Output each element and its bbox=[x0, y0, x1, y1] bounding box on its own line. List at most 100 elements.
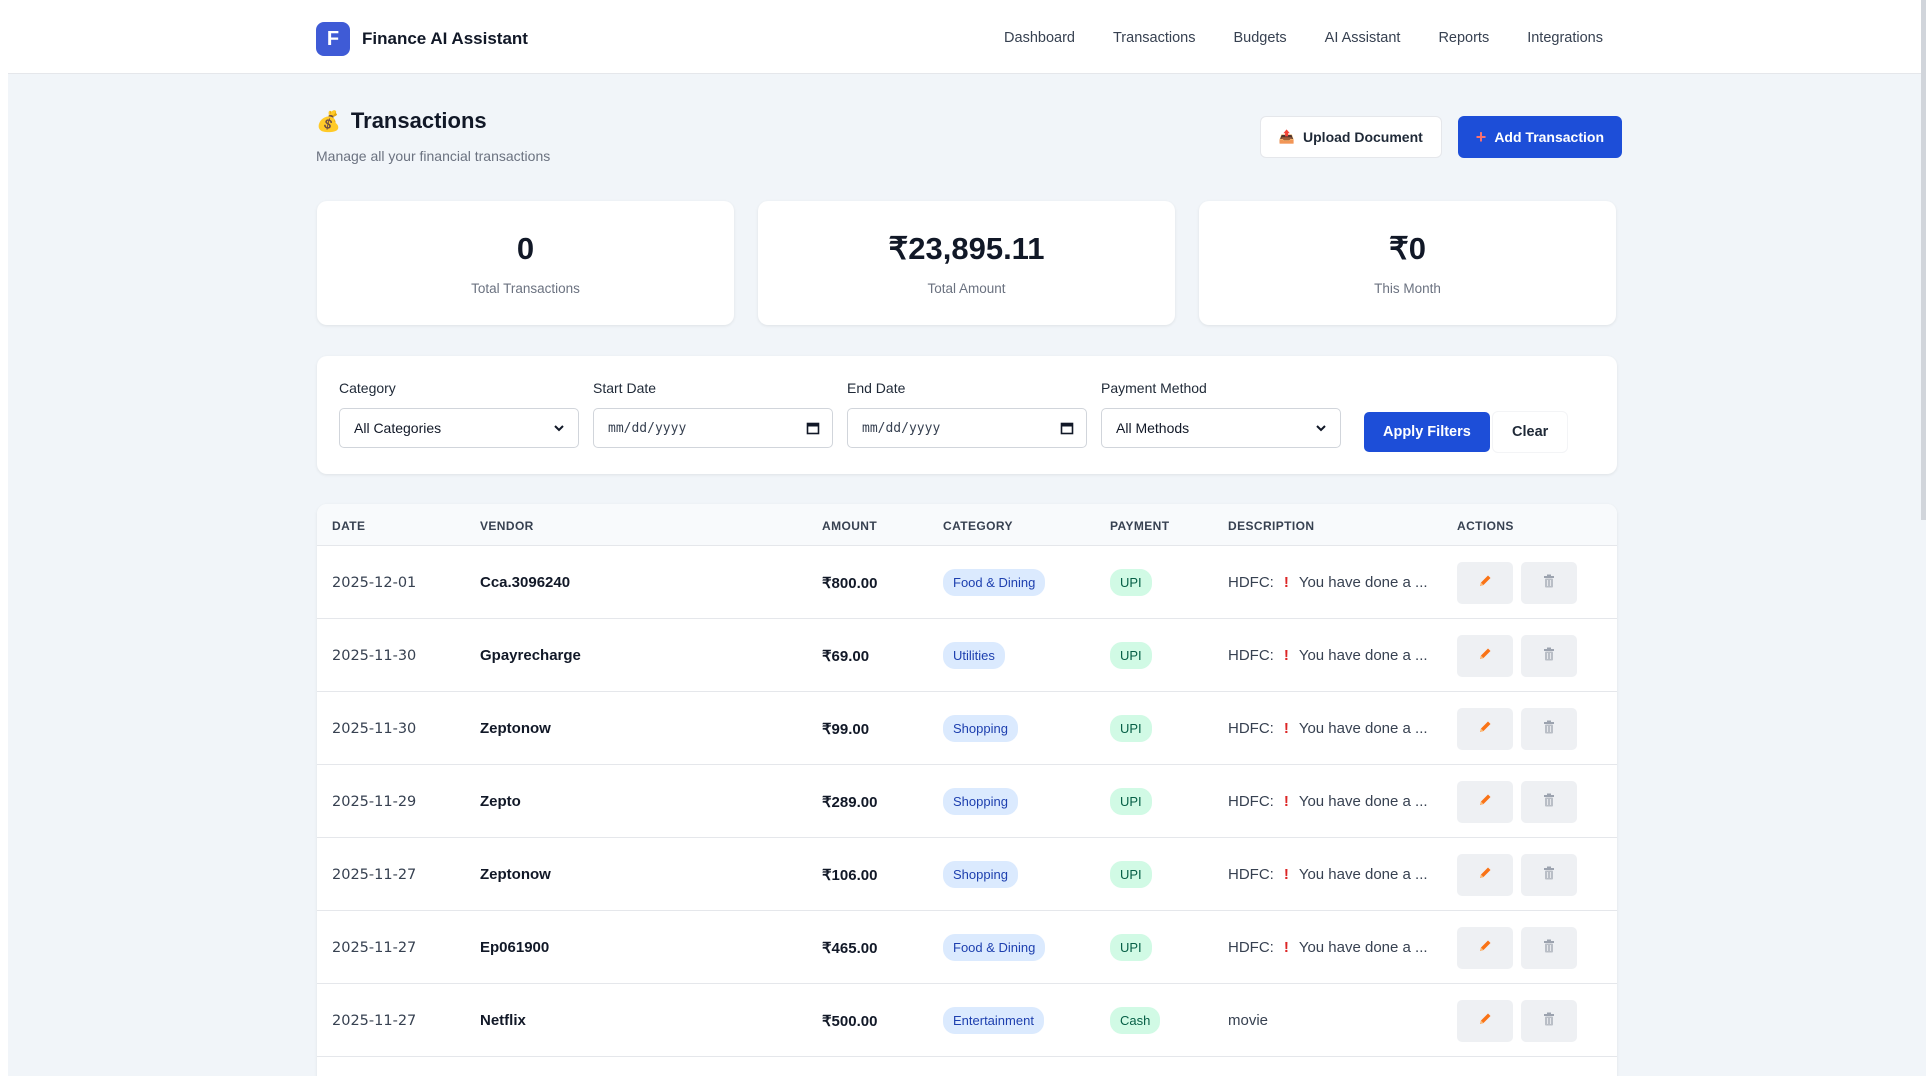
stats-row: 0 Total Transactions ₹23,895.11 Total Am… bbox=[317, 201, 1616, 325]
pencil-icon bbox=[1477, 646, 1493, 666]
nav-transactions[interactable]: Transactions bbox=[1113, 30, 1195, 46]
edit-button[interactable] bbox=[1457, 561, 1513, 604]
upload-document-button[interactable]: 📤 Upload Document bbox=[1259, 116, 1442, 158]
nav-dashboard[interactable]: Dashboard bbox=[1004, 30, 1075, 46]
table-row[interactable]: 2025-11-30 Zeptonow ₹99.00 Shopping UPI HDFC:… bbox=[317, 692, 1617, 765]
page-subtitle: Manage all your financial transactions bbox=[316, 148, 551, 164]
cell-vendor: Cca.3096240 bbox=[480, 574, 571, 591]
cell-date: 2025-11-30 bbox=[332, 647, 417, 664]
nav-integrations[interactable]: Integrations bbox=[1527, 30, 1603, 46]
calendar-icon[interactable] bbox=[806, 421, 820, 435]
description-prefix: HDFC: bbox=[1228, 793, 1274, 810]
description-text: You have done a ... bbox=[1298, 720, 1428, 737]
column-header-payment[interactable]: PAYMENT bbox=[1110, 519, 1169, 533]
cell-vendor: Netflix bbox=[480, 1012, 526, 1029]
delete-button[interactable] bbox=[1521, 999, 1577, 1042]
cell-description: movie bbox=[1228, 984, 1268, 1057]
delete-button[interactable] bbox=[1521, 561, 1577, 604]
clear-filters-button[interactable]: Clear bbox=[1493, 412, 1568, 452]
add-transaction-button[interactable]: + Add Transaction bbox=[1457, 116, 1622, 158]
stat-label: Total Transactions bbox=[471, 280, 580, 296]
stat-value: ₹0 bbox=[1389, 230, 1426, 266]
table-header: DATE VENDOR AMOUNT CATEGORY PAYMENT DESC… bbox=[317, 504, 1617, 546]
add-transaction-label: Add Transaction bbox=[1494, 129, 1604, 145]
description-text: You have done a ... bbox=[1298, 574, 1428, 591]
end-date-input[interactable]: mm/dd/yyyy bbox=[847, 408, 1087, 448]
table-row[interactable]: 2025-12-01 Cca.3096240 ₹800.00 Food & Dinin… bbox=[317, 546, 1617, 619]
description-text: You have done a ... bbox=[1298, 866, 1428, 883]
description-prefix: HDFC: bbox=[1228, 574, 1274, 591]
cell-actions bbox=[1457, 984, 1577, 1057]
cell-date: 2025-11-27 bbox=[332, 939, 417, 956]
cell-amount: ₹465.00 bbox=[822, 939, 878, 957]
nav-links: Dashboard Transactions Budgets AI Assist… bbox=[1004, 30, 1603, 46]
table-row[interactable]: 2025-11-27 Ep061900 ₹465.00 Food & Dining UP… bbox=[317, 911, 1617, 984]
category-badge: Shopping bbox=[943, 861, 1018, 888]
start-date-label: Start Date bbox=[593, 380, 657, 396]
description-text: You have done a ... bbox=[1298, 939, 1428, 956]
table-row[interactable]: 2025-11-27 Netflix ₹500.00 Entertainment Cas… bbox=[317, 984, 1617, 1057]
table-row[interactable]: 2025-11-29 Zepto ₹289.00 Shopping UPI HDFC:! Y… bbox=[317, 765, 1617, 838]
column-header-date[interactable]: DATE bbox=[332, 519, 365, 533]
exclamation-icon: ! bbox=[1283, 647, 1289, 664]
scrollbar[interactable] bbox=[1921, 0, 1926, 520]
nav-budgets[interactable]: Budgets bbox=[1233, 30, 1286, 46]
column-header-category[interactable]: CATEGORY bbox=[943, 519, 1013, 533]
edit-button[interactable] bbox=[1457, 853, 1513, 896]
cell-vendor: Zeptonow bbox=[480, 720, 551, 737]
start-date-filter: Start Date mm/dd/yyyy bbox=[593, 380, 833, 448]
delete-button[interactable] bbox=[1521, 853, 1577, 896]
end-date-placeholder: mm/dd/yyyy bbox=[862, 420, 941, 436]
trash-icon bbox=[1541, 1011, 1557, 1031]
cell-date: 2025-11-29 bbox=[332, 793, 417, 810]
category-select[interactable]: All Categories bbox=[339, 408, 579, 448]
pencil-icon bbox=[1477, 938, 1493, 958]
payment-badge: Cash bbox=[1110, 1007, 1161, 1034]
edit-button[interactable] bbox=[1457, 707, 1513, 750]
exclamation-icon: ! bbox=[1283, 939, 1289, 956]
chevron-down-icon bbox=[1316, 425, 1326, 432]
edit-button[interactable] bbox=[1457, 999, 1513, 1042]
end-date-filter: End Date mm/dd/yyyy bbox=[847, 380, 1087, 448]
nav-reports[interactable]: Reports bbox=[1438, 30, 1489, 46]
cell-payment: UPI bbox=[1110, 911, 1152, 984]
pencil-icon bbox=[1477, 792, 1493, 812]
delete-button[interactable] bbox=[1521, 707, 1577, 750]
column-header-amount[interactable]: AMOUNT bbox=[822, 519, 877, 533]
upload-icon: 📤 bbox=[1278, 129, 1296, 144]
edit-button[interactable] bbox=[1457, 926, 1513, 969]
edit-button[interactable] bbox=[1457, 634, 1513, 677]
column-header-vendor[interactable]: VENDOR bbox=[480, 519, 534, 533]
stat-value: 0 bbox=[516, 230, 535, 266]
delete-button[interactable] bbox=[1521, 634, 1577, 677]
page-header: 💰 Transactions Manage all your financial… bbox=[316, 108, 550, 164]
delete-button[interactable] bbox=[1521, 780, 1577, 823]
description-prefix: HDFC: bbox=[1228, 866, 1274, 883]
delete-button[interactable] bbox=[1521, 926, 1577, 969]
cell-description: HDFC:! You have done a ... bbox=[1228, 765, 1428, 838]
category-select-value: All Categories bbox=[354, 420, 442, 436]
table-row[interactable]: 2025-11-30 Gpayrecharge ₹69.00 Utilities UPI… bbox=[317, 619, 1617, 692]
cell-payment: UPI bbox=[1110, 619, 1152, 692]
trash-icon bbox=[1541, 646, 1557, 666]
stat-value: ₹23,895.11 bbox=[888, 230, 1045, 266]
apply-filters-button[interactable]: Apply Filters bbox=[1364, 412, 1490, 452]
payment-badge: UPI bbox=[1110, 642, 1152, 669]
cell-actions bbox=[1457, 765, 1577, 838]
edit-button[interactable] bbox=[1457, 780, 1513, 823]
table-row[interactable]: 2025-11-27 Zeptonow ₹106.00 Shopping UPI HDFC… bbox=[317, 838, 1617, 911]
cell-amount: ₹500.00 bbox=[822, 1012, 878, 1030]
cell-amount: ₹800.00 bbox=[822, 574, 878, 592]
column-header-description[interactable]: DESCRIPTION bbox=[1228, 519, 1314, 533]
brand[interactable]: F Finance AI Assistant bbox=[316, 22, 528, 56]
start-date-input[interactable]: mm/dd/yyyy bbox=[593, 408, 833, 448]
payment-method-select[interactable]: All Methods bbox=[1101, 408, 1341, 448]
cell-category: Food & Dining bbox=[943, 546, 1046, 619]
cell-vendor: Ep061900 bbox=[480, 939, 550, 956]
payment-method-label: Payment Method bbox=[1101, 380, 1207, 396]
cell-date: 2025-11-30 bbox=[332, 720, 417, 737]
category-badge: Shopping bbox=[943, 788, 1018, 815]
nav-ai-assistant[interactable]: AI Assistant bbox=[1325, 30, 1401, 46]
cell-amount: ₹106.00 bbox=[822, 866, 878, 884]
calendar-icon[interactable] bbox=[1060, 421, 1074, 435]
